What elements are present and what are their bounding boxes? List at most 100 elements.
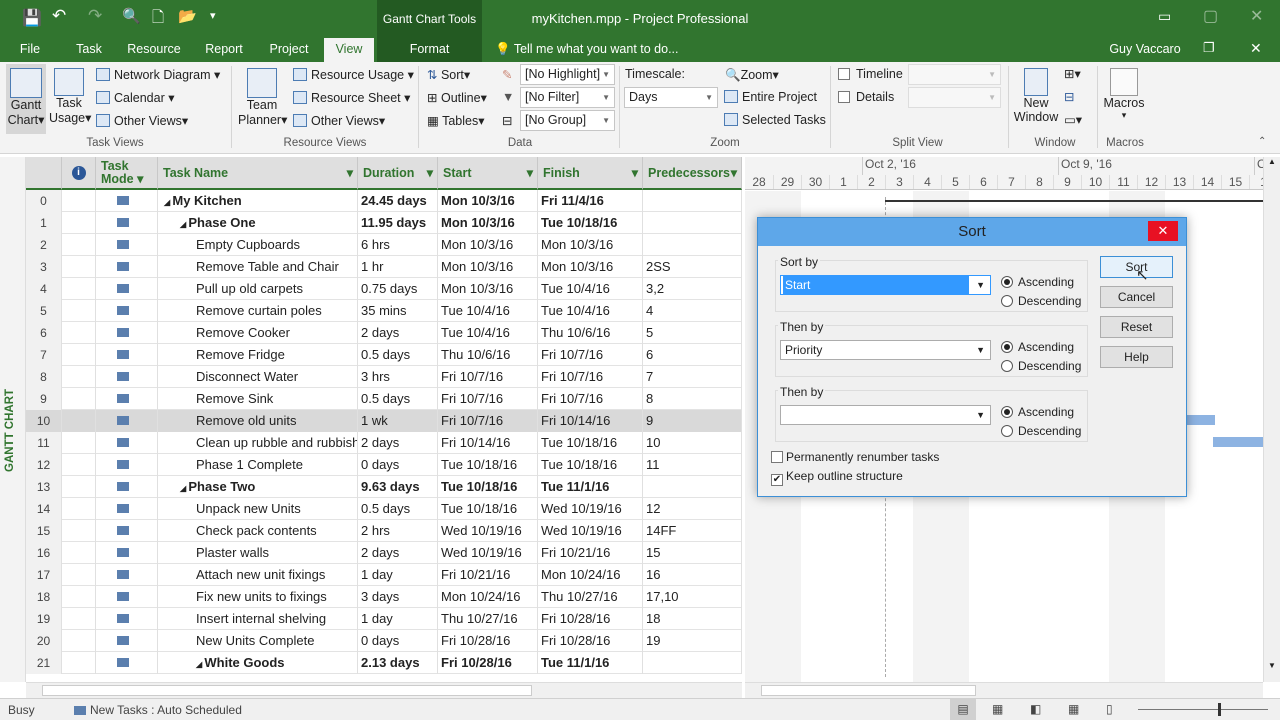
finish-cell[interactable]: Thu 10/27/16 xyxy=(538,586,643,608)
indicator-cell[interactable] xyxy=(62,476,96,498)
tab-resource[interactable]: Resource xyxy=(120,38,188,62)
header-indicators[interactable]: i xyxy=(62,157,96,190)
network-diagram-button[interactable]: Network Diagram ▾ xyxy=(96,67,220,82)
task-mode-cell[interactable] xyxy=(96,344,158,366)
save-icon[interactable]: 💾 xyxy=(22,8,42,28)
task-mode-cell[interactable] xyxy=(96,432,158,454)
task-name-cell[interactable]: Phase 1 Complete xyxy=(158,454,358,476)
table-row[interactable]: 1 ◢ Phase One 11.95 days Mon 10/3/16 Tue 10/… xyxy=(26,212,742,234)
row-number[interactable]: 19 xyxy=(26,608,62,630)
table-row[interactable]: 11 Clean up rubble and rubbish 2 days Fri 1… xyxy=(26,432,742,454)
table-row[interactable]: 18 Fix new units to fixings 3 days Mon 10/2… xyxy=(26,586,742,608)
predecessors-cell[interactable] xyxy=(643,652,742,674)
start-cell[interactable]: Wed 10/19/16 xyxy=(438,520,538,542)
zoom-slider[interactable] xyxy=(1138,709,1268,710)
predecessors-cell[interactable] xyxy=(643,476,742,498)
then-by-2-descending-radio[interactable]: Descending xyxy=(1001,424,1081,438)
entire-project-button[interactable]: Entire Project xyxy=(724,90,817,104)
header-task-mode[interactable]: Task Mode ▾ xyxy=(96,157,158,190)
duration-cell[interactable]: 9.63 days xyxy=(358,476,438,498)
task-name-cell[interactable]: Empty Cupboards xyxy=(158,234,358,256)
task-name-cell[interactable]: ◢ Phase Two xyxy=(158,476,358,498)
predecessors-cell[interactable] xyxy=(643,212,742,234)
row-number[interactable]: 18 xyxy=(26,586,62,608)
task-mode-cell[interactable] xyxy=(96,322,158,344)
restore-icon[interactable]: ❐ xyxy=(1203,40,1215,56)
duration-cell[interactable]: 1 wk xyxy=(358,410,438,432)
minimize-icon[interactable]: ▢ xyxy=(1203,6,1218,26)
duration-cell[interactable]: 1 day xyxy=(358,564,438,586)
duration-cell[interactable]: 35 mins xyxy=(358,300,438,322)
zoom-button[interactable]: 🔍Zoom▾ xyxy=(725,67,779,83)
indicator-cell[interactable] xyxy=(62,234,96,256)
row-number[interactable]: 2 xyxy=(26,234,62,256)
duration-cell[interactable]: 2 days xyxy=(358,322,438,344)
predecessors-cell[interactable]: 2SS xyxy=(643,256,742,278)
task-name-cell[interactable]: Remove old units xyxy=(158,410,358,432)
finish-cell[interactable]: Thu 10/6/16 xyxy=(538,322,643,344)
table-row[interactable]: 12 Phase 1 Complete 0 days Tue 10/18/16 Tue … xyxy=(26,454,742,476)
table-row[interactable]: 0 ◢ My Kitchen 24.45 days Mon 10/3/16 Fri 11… xyxy=(26,190,742,212)
indicator-cell[interactable] xyxy=(62,652,96,674)
start-cell[interactable]: Fri 10/21/16 xyxy=(438,564,538,586)
header-task-name[interactable]: Task Name ▾ xyxy=(158,157,358,190)
group-select[interactable]: [No Group] ▼ xyxy=(520,110,615,131)
duration-cell[interactable]: 2 days xyxy=(358,542,438,564)
row-number[interactable]: 11 xyxy=(26,432,62,454)
task-mode-cell[interactable] xyxy=(96,366,158,388)
renumber-tasks-checkbox[interactable]: Permanently renumber tasks xyxy=(771,450,939,464)
close-window-icon[interactable]: ✕ xyxy=(1250,6,1263,26)
task-name-cell[interactable]: ◢ White Goods xyxy=(158,652,358,674)
predecessors-cell[interactable]: 9 xyxy=(643,410,742,432)
timeline-view-select[interactable]: ▼ xyxy=(908,64,1001,85)
indicator-cell[interactable] xyxy=(62,564,96,586)
tab-report[interactable]: Report xyxy=(198,38,250,62)
duration-cell[interactable]: 3 hrs xyxy=(358,366,438,388)
task-name-cell[interactable]: Remove curtain poles xyxy=(158,300,358,322)
resource-other-views-button[interactable]: Other Views▾ xyxy=(293,113,385,128)
finish-cell[interactable]: Fri 10/7/16 xyxy=(538,388,643,410)
task-other-views-button[interactable]: Other Views▾ xyxy=(96,113,188,128)
details-view-select[interactable]: ▼ xyxy=(908,87,1001,108)
finish-cell[interactable]: Tue 10/4/16 xyxy=(538,278,643,300)
start-cell[interactable]: Tue 10/18/16 xyxy=(438,498,538,520)
task-mode-cell[interactable] xyxy=(96,652,158,674)
redo-icon[interactable]: ↷ xyxy=(88,6,102,26)
finish-cell[interactable]: Tue 10/4/16 xyxy=(538,300,643,322)
indicator-cell[interactable] xyxy=(62,190,96,212)
start-cell[interactable]: Fri 10/28/16 xyxy=(438,630,538,652)
table-row[interactable]: 14 Unpack new Units 0.5 days Tue 10/18/16 We… xyxy=(26,498,742,520)
then-by-select-2[interactable]: ▼ xyxy=(780,405,991,425)
undo-icon[interactable]: ↶ xyxy=(52,6,66,26)
task-mode-cell[interactable] xyxy=(96,608,158,630)
row-number[interactable]: 8 xyxy=(26,366,62,388)
task-mode-cell[interactable] xyxy=(96,234,158,256)
predecessors-cell[interactable] xyxy=(643,190,742,212)
duration-cell[interactable]: 0 days xyxy=(358,454,438,476)
duration-cell[interactable]: 24.45 days xyxy=(358,190,438,212)
predecessors-cell[interactable]: 17,10 xyxy=(643,586,742,608)
header-duration[interactable]: Duration ▾ xyxy=(358,157,438,190)
task-usage-button[interactable]: Task Usage▾ xyxy=(49,68,91,125)
start-cell[interactable]: Thu 10/27/16 xyxy=(438,608,538,630)
start-cell[interactable]: Mon 10/3/16 xyxy=(438,212,538,234)
header-start[interactable]: Start ▾ xyxy=(438,157,538,190)
indicator-cell[interactable] xyxy=(62,278,96,300)
finish-cell[interactable]: Fri 11/4/16 xyxy=(538,190,643,212)
finish-cell[interactable]: Mon 10/3/16 xyxy=(538,256,643,278)
indicator-cell[interactable] xyxy=(62,410,96,432)
team-planner-button[interactable]: Team Planner▾ xyxy=(238,68,287,127)
predecessors-cell[interactable]: 5 xyxy=(643,322,742,344)
tab-project[interactable]: Project xyxy=(262,38,316,62)
task-name-cell[interactable]: Pull up old carpets xyxy=(158,278,358,300)
tab-file[interactable]: File xyxy=(10,38,50,62)
then-by-1-ascending-radio[interactable]: Ascending xyxy=(1001,340,1074,354)
header-finish[interactable]: Finish ▾ xyxy=(538,157,643,190)
indicator-cell[interactable] xyxy=(62,344,96,366)
help-button[interactable]: Help xyxy=(1100,346,1173,368)
start-cell[interactable]: Fri 10/14/16 xyxy=(438,432,538,454)
indicator-cell[interactable] xyxy=(62,432,96,454)
predecessors-cell[interactable]: 6 xyxy=(643,344,742,366)
task-name-cell[interactable]: Remove Sink xyxy=(158,388,358,410)
arrange-all-icon[interactable]: ⊞▾ xyxy=(1064,66,1081,81)
